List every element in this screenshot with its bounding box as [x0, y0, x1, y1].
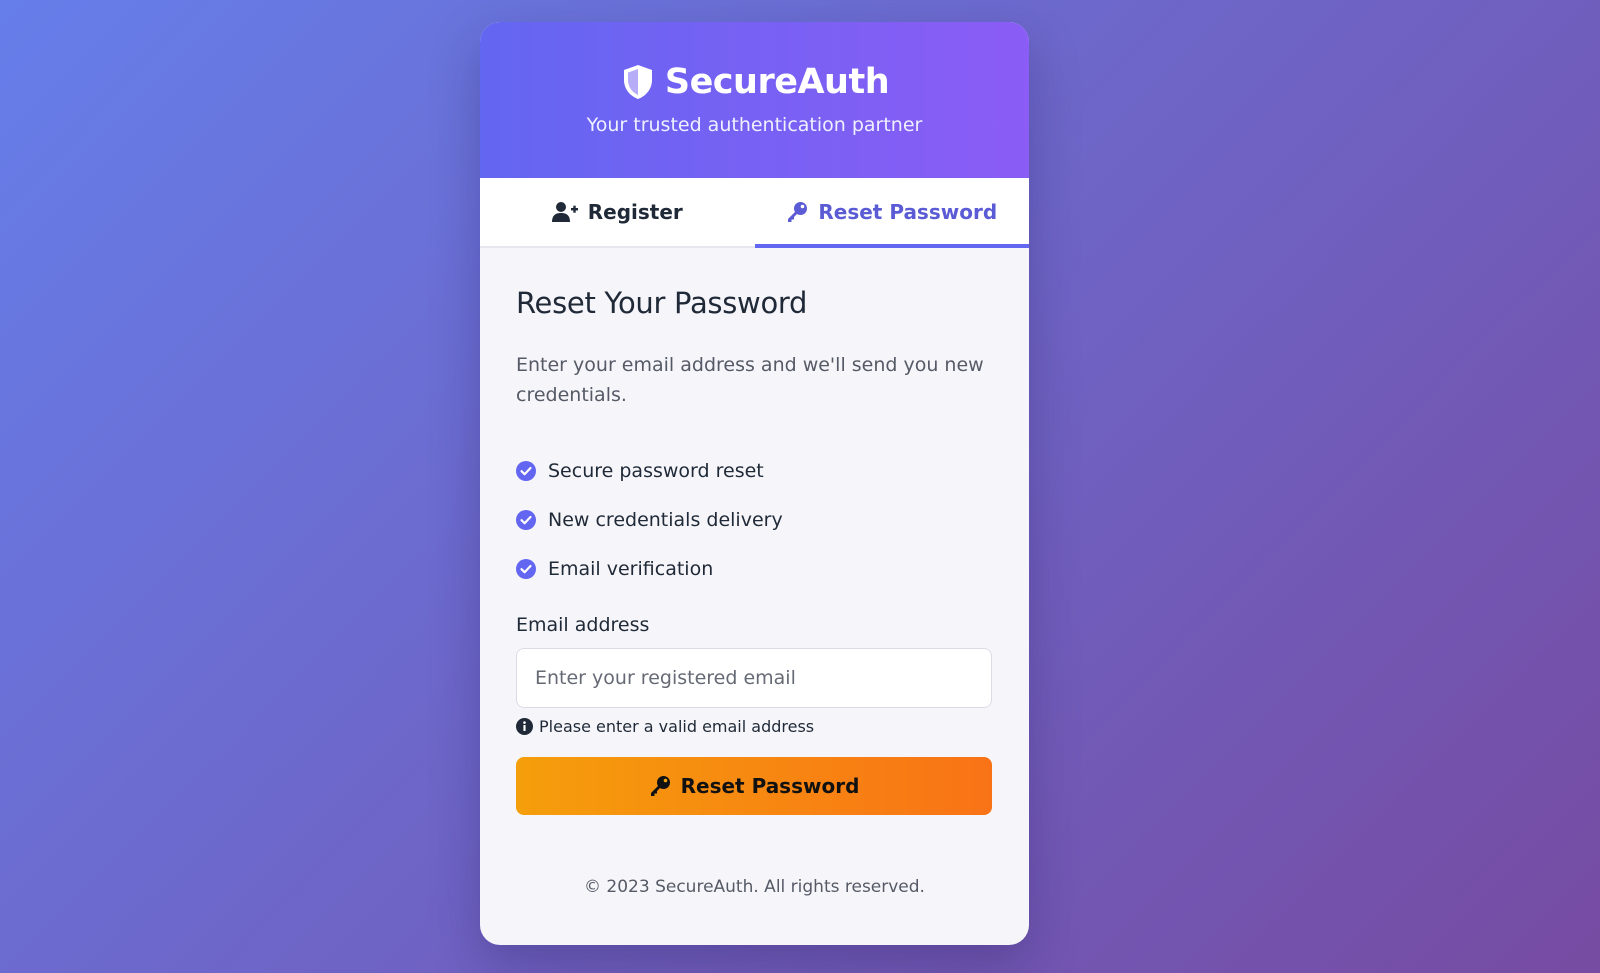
reset-password-button-label: Reset Password: [680, 774, 860, 798]
user-plus-icon: [551, 201, 578, 223]
brand-name: SecureAuth: [664, 62, 890, 102]
check-circle-icon: [516, 460, 536, 481]
feature-list: Secure password reset New credentials de…: [516, 446, 993, 593]
email-hint: Please enter a valid email address: [516, 717, 993, 736]
tab-reset-password[interactable]: Reset Password: [754, 178, 1030, 248]
info-icon: [516, 718, 533, 735]
shield-icon: [620, 63, 656, 101]
auth-tabs: Register Reset Password: [480, 178, 1029, 248]
brand-tagline: Your trusted authentication partner: [586, 114, 923, 136]
footer-copyright: © 2023 SecureAuth. All rights reserved.: [584, 877, 925, 897]
brand: SecureAuth: [480, 22, 1029, 108]
email-input[interactable]: [516, 648, 992, 708]
check-circle-icon: [516, 509, 536, 530]
key-icon: [786, 201, 808, 223]
tab-reset-password-label: Reset Password: [818, 200, 998, 224]
reset-password-button[interactable]: Reset Password: [516, 757, 992, 815]
feature-label: Secure password reset: [548, 459, 764, 482]
email-hint-text: Please enter a valid email address: [539, 717, 815, 736]
feature-item: New credentials delivery: [516, 495, 993, 544]
reset-form: Reset Your Password Enter your email add…: [480, 248, 1029, 897]
email-label: Email address: [516, 614, 650, 636]
feature-item: Email verification: [516, 544, 993, 593]
feature-label: Email verification: [548, 557, 714, 580]
feature-label: New credentials delivery: [548, 508, 783, 531]
auth-card: SecureAuth Your trusted authentication p…: [480, 22, 1029, 945]
check-circle-icon: [516, 558, 536, 579]
key-icon: [649, 775, 671, 797]
tab-register-label: Register: [587, 200, 683, 224]
feature-item: Secure password reset: [516, 446, 993, 495]
form-title: Reset Your Password: [516, 286, 808, 320]
form-description: Enter your email address and we'll send …: [516, 354, 984, 406]
card-header: SecureAuth Your trusted authentication p…: [480, 22, 1029, 178]
tab-register[interactable]: Register: [480, 178, 755, 246]
